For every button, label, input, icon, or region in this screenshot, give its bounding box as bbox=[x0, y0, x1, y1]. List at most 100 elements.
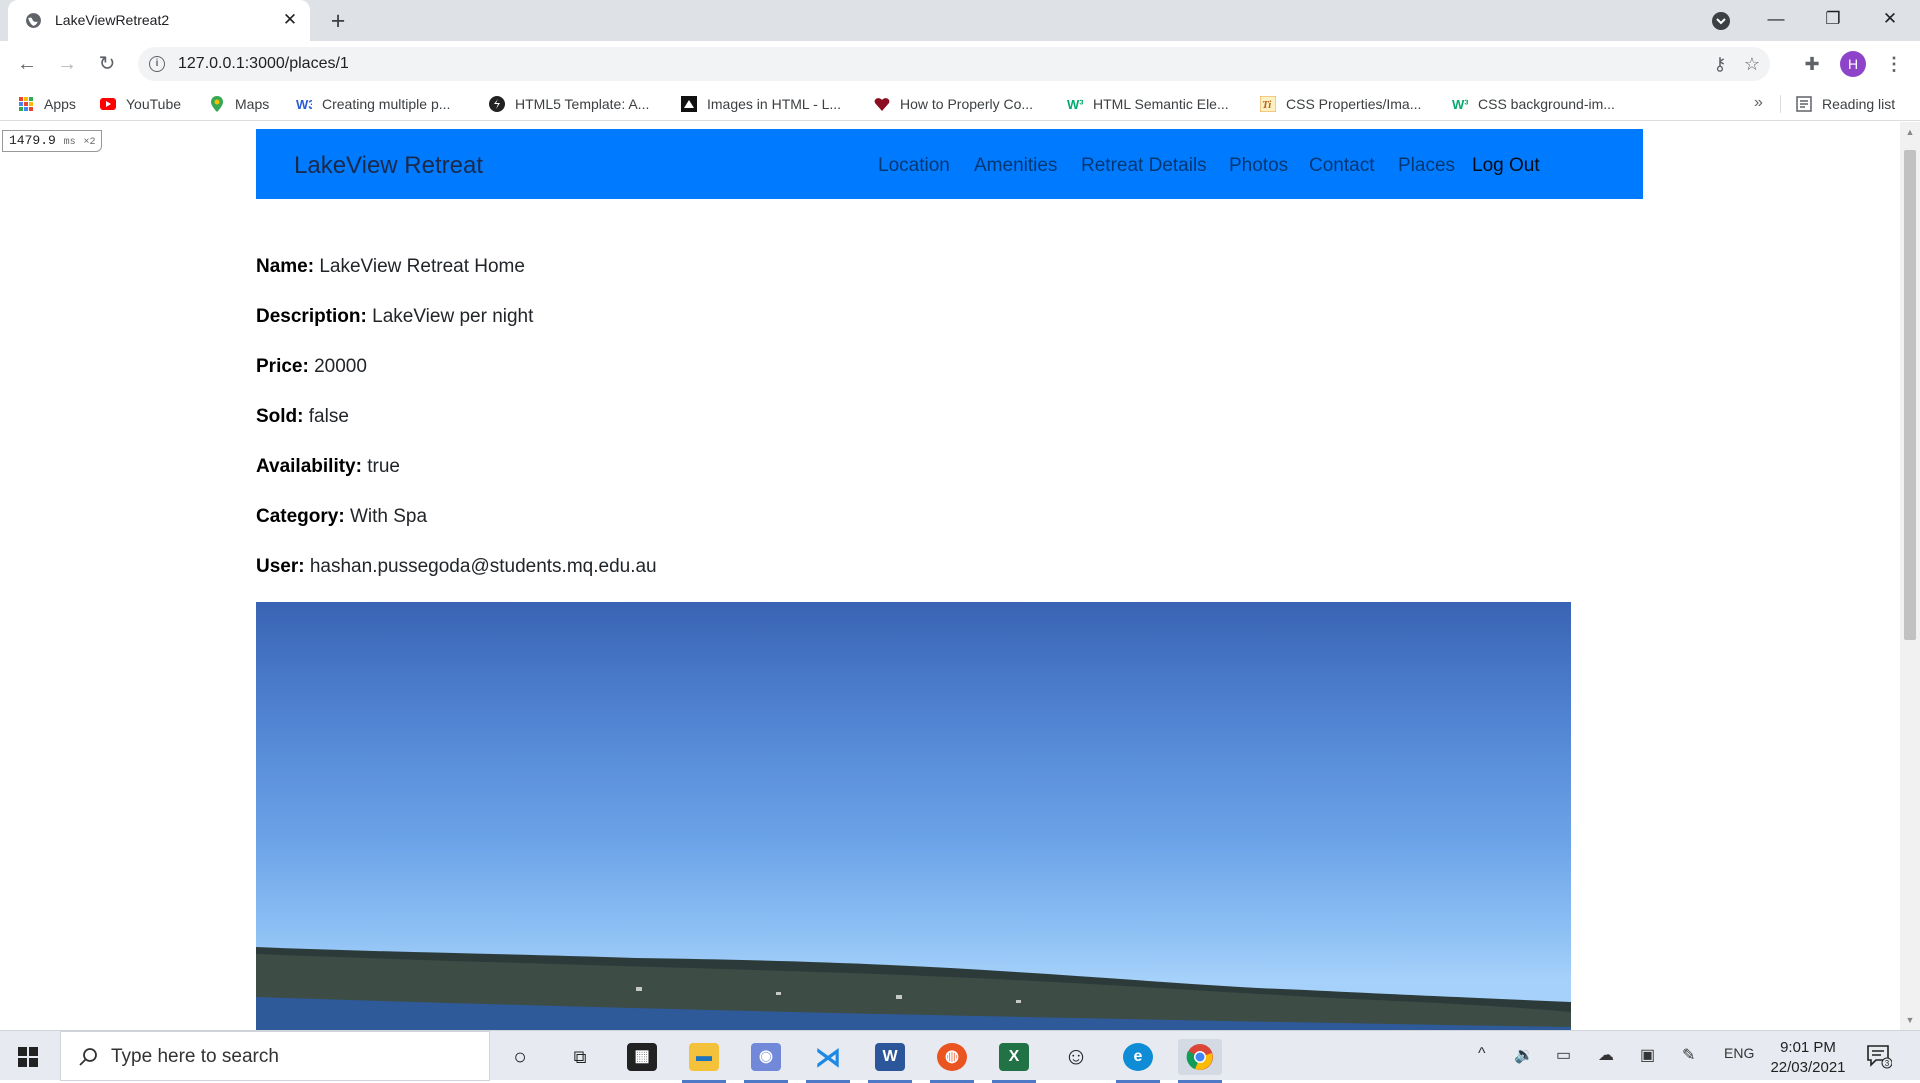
bookmark-properly[interactable]: How to Properly Co... bbox=[874, 94, 1033, 114]
chrome-icon[interactable] bbox=[1178, 1039, 1222, 1083]
language-indicator[interactable]: ENG bbox=[1724, 1045, 1754, 1061]
close-window-button[interactable]: ✕ bbox=[1862, 0, 1918, 41]
page-scrollbar[interactable]: ▲ ▼ bbox=[1900, 122, 1920, 1030]
field-value: With Spa bbox=[349, 506, 428, 527]
bookmark-star-icon[interactable]: ☆ bbox=[1742, 54, 1762, 74]
perf-multiplier: ×2 bbox=[83, 137, 96, 148]
bookmark-css-properties[interactable]: Ti CSS Properties/Ima... bbox=[1260, 94, 1421, 114]
bookmark-css-background[interactable]: W³ CSS background-im... bbox=[1452, 94, 1615, 114]
w3schools-icon: W3 bbox=[296, 97, 312, 112]
bookmark-semantic[interactable]: W³ HTML Semantic Ele... bbox=[1067, 94, 1229, 114]
url-text[interactable]: 127.0.0.1:3000/places/1 bbox=[178, 55, 349, 73]
field-value: true bbox=[367, 456, 400, 477]
clock-date[interactable]: 22/03/2021 bbox=[1766, 1059, 1850, 1076]
edge-icon[interactable]: e bbox=[1116, 1039, 1160, 1083]
field-label: Description: bbox=[256, 306, 367, 327]
restore-button[interactable]: ❐ bbox=[1805, 0, 1861, 41]
notification-center-icon[interactable]: 3 bbox=[1866, 1043, 1892, 1069]
taskbar-search-placeholder: Type here to search bbox=[111, 1046, 279, 1067]
field-label: Name: bbox=[256, 256, 315, 277]
forward-arrow-icon[interactable]: → bbox=[53, 50, 81, 78]
vscode-icon[interactable]: ⋊ bbox=[806, 1039, 850, 1083]
place-description: Description: LakeView per night bbox=[256, 306, 533, 328]
excel-icon[interactable]: X bbox=[992, 1039, 1036, 1083]
extensions-puzzle-icon[interactable]: ✚ bbox=[1798, 50, 1826, 78]
scroll-down-arrow-icon[interactable]: ▼ bbox=[1904, 1014, 1916, 1026]
cortana-icon[interactable]: ○ bbox=[498, 1039, 542, 1075]
nav-link-amenities[interactable]: Amenities bbox=[974, 155, 1057, 177]
page-viewport: 1479.9 ms ×2 LakeView Retreat Location A… bbox=[0, 122, 1900, 1030]
field-value: LakeView Retreat Home bbox=[319, 256, 525, 277]
word-icon[interactable]: W bbox=[868, 1039, 912, 1083]
place-category: Category: With Spa bbox=[256, 506, 427, 528]
nav-link-contact[interactable]: Contact bbox=[1309, 155, 1374, 177]
meet-now-icon[interactable]: ▭ bbox=[1556, 1045, 1571, 1065]
bookmark-label: Maps bbox=[235, 96, 270, 112]
perf-value: 1479.9 bbox=[9, 133, 56, 148]
tutorialspoint-icon: Ti bbox=[1260, 96, 1276, 112]
place-user: User: hashan.pussegoda@students.mq.edu.a… bbox=[256, 556, 657, 578]
bookmark-label: HTML5 Template: A... bbox=[515, 96, 650, 112]
lake-shoreline-image bbox=[256, 947, 1571, 1030]
scrollbar-thumb[interactable] bbox=[1904, 150, 1916, 640]
bookmark-youtube[interactable]: YouTube bbox=[100, 94, 181, 114]
pen-icon[interactable]: ✎ bbox=[1682, 1045, 1695, 1065]
volume-icon[interactable]: 🔉 bbox=[1514, 1045, 1534, 1065]
reload-icon[interactable]: ↻ bbox=[93, 50, 121, 78]
nav-link-places[interactable]: Places bbox=[1398, 155, 1455, 177]
w3-green-icon: W³ bbox=[1452, 97, 1468, 112]
browser-tab[interactable]: LakeViewRetreat2 ✕ bbox=[8, 0, 310, 41]
tab-search-icon[interactable] bbox=[1710, 10, 1732, 32]
file-explorer-icon[interactable]: ▬ bbox=[682, 1039, 726, 1083]
display-icon[interactable]: ▣ bbox=[1640, 1045, 1655, 1065]
nav-link-photos[interactable]: Photos bbox=[1229, 155, 1288, 177]
perf-unit: ms bbox=[63, 137, 76, 148]
nav-link-location[interactable]: Location bbox=[878, 155, 950, 177]
mdn-icon bbox=[681, 96, 697, 112]
w3-green-icon: W³ bbox=[1067, 97, 1083, 112]
minimize-button[interactable]: — bbox=[1748, 0, 1804, 41]
tab-close-icon[interactable]: ✕ bbox=[280, 10, 300, 30]
clock-time[interactable]: 9:01 PM bbox=[1776, 1039, 1840, 1056]
store-icon[interactable]: ▦ bbox=[620, 1039, 664, 1075]
bookmark-sitepoint[interactable]: HTML5 Template: A... bbox=[489, 94, 649, 114]
nav-link-retreat-details[interactable]: Retreat Details bbox=[1081, 155, 1207, 177]
tab-strip: LakeViewRetreat2 ✕ + — ❐ ✕ bbox=[0, 0, 1920, 41]
place-availability: Availability: true bbox=[256, 456, 400, 478]
bookmark-label: HTML Semantic Ele... bbox=[1093, 96, 1229, 112]
bookmark-mdn[interactable]: Images in HTML - L... bbox=[681, 94, 841, 114]
emoji-app-icon[interactable]: ☺ bbox=[1054, 1039, 1098, 1075]
address-bar[interactable]: i 127.0.0.1:3000/places/1 ⚷ ☆ bbox=[138, 47, 1770, 81]
field-label: Availability: bbox=[256, 456, 362, 477]
bookmark-label: CSS background-im... bbox=[1478, 96, 1615, 112]
key-icon[interactable]: ⚷ bbox=[1710, 54, 1730, 74]
scroll-up-arrow-icon[interactable]: ▲ bbox=[1904, 126, 1916, 138]
site-info-icon[interactable]: i bbox=[149, 56, 165, 72]
field-value: 20000 bbox=[314, 356, 367, 377]
bookmark-maps[interactable]: Maps bbox=[209, 94, 269, 114]
search-icon bbox=[79, 1048, 97, 1066]
nav-link-logout[interactable]: Log Out bbox=[1472, 155, 1540, 177]
bookmark-apps[interactable]: Apps bbox=[18, 94, 76, 114]
site-brand[interactable]: LakeView Retreat bbox=[294, 152, 483, 180]
ubuntu-icon[interactable]: ◍ bbox=[930, 1039, 974, 1083]
back-arrow-icon[interactable]: ← bbox=[13, 50, 41, 78]
profile-avatar[interactable]: H bbox=[1840, 51, 1866, 77]
bookmarks-bar: Apps YouTube Maps W3 Creating multiple p.… bbox=[0, 87, 1920, 121]
taskbar-search[interactable]: Type here to search bbox=[60, 1031, 490, 1081]
menu-kebab-icon[interactable]: ⋮ bbox=[1880, 50, 1908, 78]
discord-icon[interactable]: ◉ bbox=[744, 1039, 788, 1083]
bookmark-label: Creating multiple p... bbox=[322, 96, 451, 112]
new-tab-button[interactable]: + bbox=[324, 8, 352, 36]
windows-start-icon[interactable] bbox=[18, 1047, 38, 1067]
bookmark-label: CSS Properties/Ima... bbox=[1286, 96, 1422, 112]
network-icon[interactable]: ☁ bbox=[1598, 1045, 1614, 1065]
reading-list-button[interactable]: Reading list bbox=[1796, 94, 1895, 114]
heart-icon bbox=[874, 98, 890, 111]
bookmarks-overflow-button[interactable]: » bbox=[1754, 94, 1763, 112]
tray-overflow-chevron-icon[interactable]: ^ bbox=[1478, 1045, 1486, 1063]
bookmark-label: How to Properly Co... bbox=[900, 96, 1034, 112]
bookmark-w3schools[interactable]: W3 Creating multiple p... bbox=[296, 94, 450, 114]
task-view-icon[interactable]: ⧉ bbox=[558, 1039, 602, 1075]
field-value: hashan.pussegoda@students.mq.edu.au bbox=[309, 556, 657, 577]
